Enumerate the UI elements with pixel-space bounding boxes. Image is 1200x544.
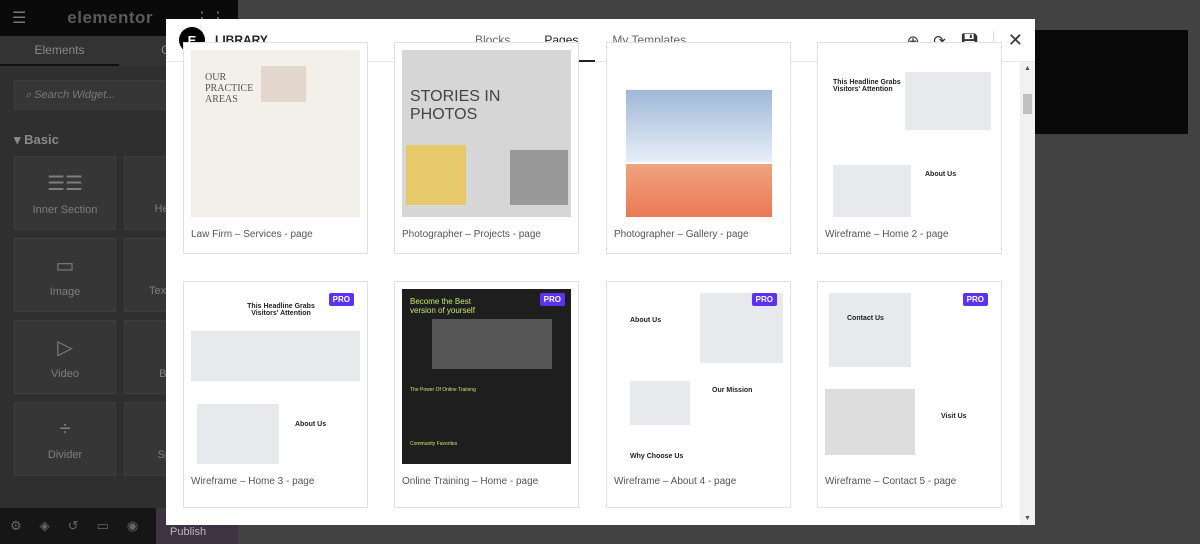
thumb-text: Community Favorites bbox=[410, 441, 458, 447]
template-card[interactable]: STORIES IN PHOTOS Photographer – Project… bbox=[394, 42, 579, 254]
elementor-logo: elementor bbox=[67, 8, 154, 27]
category-label: Basic bbox=[24, 132, 59, 147]
template-name: Wireframe – Home 3 - page bbox=[191, 476, 315, 487]
scroll-down-icon[interactable]: ▼ bbox=[1024, 515, 1031, 522]
pro-badge: PRO bbox=[962, 293, 988, 306]
widget-label: Video bbox=[51, 367, 79, 380]
thumb-text: About Us bbox=[295, 421, 327, 428]
thumb-text: About Us bbox=[630, 317, 662, 324]
image-icon: ▭ bbox=[55, 254, 75, 277]
thumb-text: Contact Us bbox=[847, 315, 884, 322]
thumb-text: The Power Of Online Training bbox=[410, 387, 476, 393]
template-name: Wireframe – About 4 - page bbox=[614, 476, 737, 487]
thumb-text: Our Mission bbox=[712, 387, 753, 394]
template-card[interactable]: Photographer – Gallery - page bbox=[606, 42, 791, 254]
thumb-text: Visit Us bbox=[941, 413, 967, 420]
template-card[interactable]: This Headline Grabs Visitors' Attention A… bbox=[183, 281, 368, 508]
divider-icon: ÷ bbox=[59, 417, 71, 440]
tab-elements[interactable]: Elements bbox=[0, 36, 119, 66]
thumb-text: This Headline Grabs Visitors' Attention bbox=[833, 79, 901, 93]
menu-icon[interactable]: ☰ bbox=[12, 8, 26, 28]
search-icon: ⌕ bbox=[25, 89, 35, 101]
thumb-text: STORIES IN PHOTOS bbox=[410, 88, 501, 123]
template-grid: OUR PRACTICE AREAS Law Firm – Services -… bbox=[166, 42, 1020, 525]
pro-badge: PRO bbox=[751, 293, 777, 306]
settings-icon[interactable]: ⚙ bbox=[10, 518, 22, 534]
template-name: Wireframe – Home 2 - page bbox=[825, 229, 949, 240]
widget-inner-section[interactable]: ☰☰ Inner Section bbox=[14, 156, 116, 230]
template-card[interactable]: Become the Best version of yourself The P… bbox=[394, 281, 579, 508]
scrollbar[interactable]: ▲ ▼ bbox=[1020, 62, 1035, 525]
template-name: Photographer – Projects - page bbox=[402, 229, 541, 240]
widget-label: Inner Section bbox=[32, 203, 98, 216]
columns-icon: ☰☰ bbox=[47, 172, 83, 195]
template-name: Photographer – Gallery - page bbox=[614, 229, 749, 240]
thumb-text: About Us bbox=[925, 171, 957, 178]
template-name: Law Firm – Services - page bbox=[191, 229, 313, 240]
library-modal: E LIBRARY Blocks Pages My Templates ⊕ ⟳ … bbox=[166, 19, 1035, 525]
navigator-icon[interactable]: ◈ bbox=[40, 518, 50, 534]
close-icon[interactable]: ✕ bbox=[1008, 30, 1023, 51]
template-card[interactable]: OUR PRACTICE AREAS Law Firm – Services -… bbox=[183, 42, 368, 254]
video-icon: ▷ bbox=[57, 336, 73, 359]
thumb-text: Become the Best version of yourself bbox=[410, 297, 475, 315]
widget-label: Image bbox=[49, 285, 81, 298]
widget-video[interactable]: ▷ Video bbox=[14, 320, 116, 394]
preview-icon[interactable]: ◉ bbox=[127, 518, 138, 534]
scrollbar-thumb[interactable] bbox=[1023, 94, 1032, 114]
template-card[interactable]: Contact Us Visit Us PRO Wireframe – Contac… bbox=[817, 281, 1002, 508]
search-placeholder: Search Widget... bbox=[34, 89, 116, 101]
thumb-text: This Headline Grabs Visitors' Attention bbox=[247, 303, 315, 317]
widget-divider[interactable]: ÷ Divider bbox=[14, 402, 116, 476]
template-name: Online Training – Home - page bbox=[402, 476, 539, 487]
history-icon[interactable]: ↺ bbox=[68, 518, 79, 534]
template-name: Wireframe – Contact 5 - page bbox=[825, 476, 957, 487]
widget-image[interactable]: ▭ Image bbox=[14, 238, 116, 312]
thumb-text: Why Choose Us bbox=[630, 453, 684, 460]
thumb-text: OUR PRACTICE AREAS bbox=[205, 72, 254, 105]
template-card[interactable]: About Us Our Mission Why Choose Us PRO Wire… bbox=[606, 281, 791, 508]
pro-badge: PRO bbox=[539, 293, 565, 306]
pro-badge: PRO bbox=[328, 293, 354, 306]
responsive-icon[interactable]: ▭ bbox=[97, 518, 109, 534]
widget-label: Divider bbox=[47, 448, 83, 461]
template-card[interactable]: This Headline Grabs Visitors' Attention A… bbox=[817, 42, 1002, 254]
scroll-up-icon[interactable]: ▲ bbox=[1024, 65, 1031, 72]
